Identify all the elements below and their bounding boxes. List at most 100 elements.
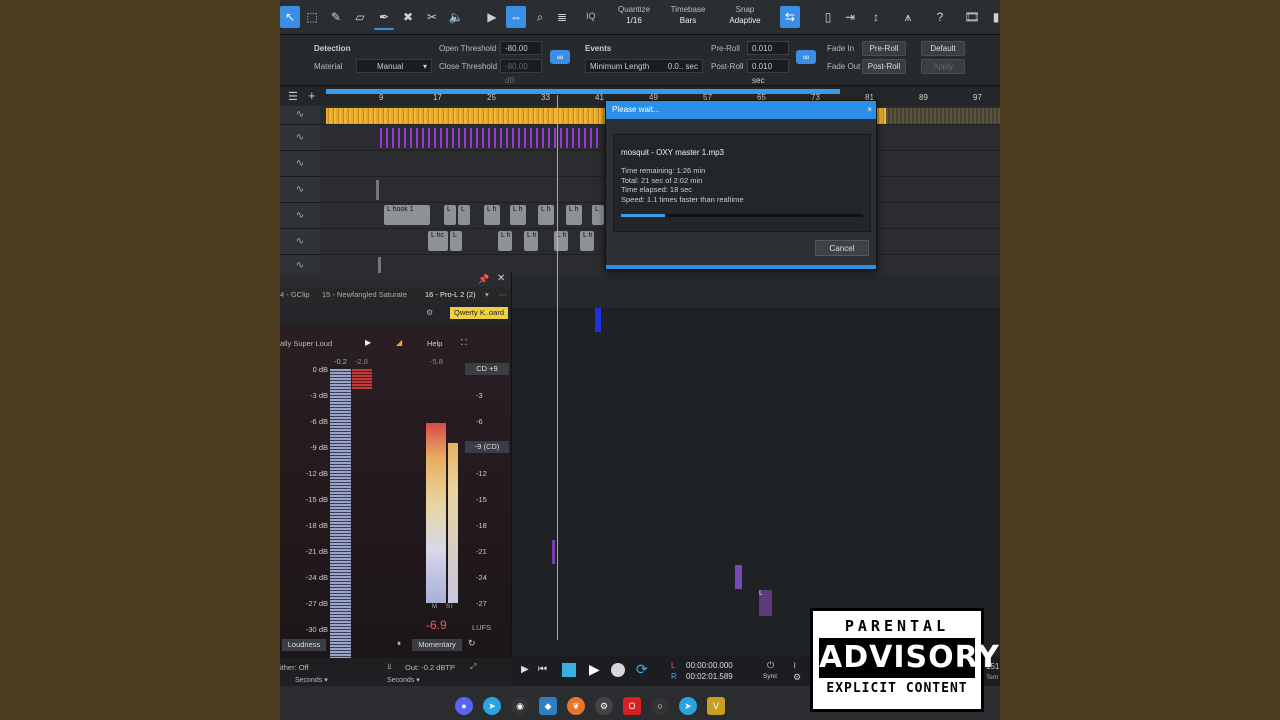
pause-icon[interactable]: ⏸ [397,639,401,649]
tab-pro-l2[interactable]: 16 - Pro-L 2 (2) [425,287,476,303]
track-waveform-icon[interactable]: ∿ [280,106,320,125]
help-icon[interactable]: ? [930,6,950,28]
expand-icon[interactable]: ⩚ [898,6,918,28]
dither-setting[interactable]: ither: Off [280,663,309,672]
output-true-peak[interactable]: Out: -0.2 dBTP [405,663,455,672]
app-icon[interactable]: ⚙ [595,697,613,715]
chevron-down-icon[interactable]: ▾ [485,287,489,303]
clip-l[interactable]: L h [510,205,526,225]
fit-icon[interactable]: ⇔ [506,6,526,28]
tab-gclip[interactable]: 4 - GClip [280,287,310,303]
pencil-tool-icon[interactable]: ✎ [326,6,346,28]
add-track-icon[interactable]: + [308,88,316,103]
loop-icon[interactable]: ⟳ [636,661,648,678]
pin-icon[interactable]: 📌 [478,274,489,285]
link-icon[interactable]: ∞ [550,50,570,64]
record-button[interactable] [611,663,625,677]
reset-icon[interactable]: ↻ [468,638,476,649]
arrow-tool-icon[interactable]: ↖ [280,6,300,28]
paint-tool-icon[interactable]: ✒ [374,6,394,30]
scissors-icon[interactable]: ≣ [552,6,572,28]
telegram-icon[interactable]: ➤ [679,697,697,715]
split-tool-icon[interactable]: ✂ [422,6,442,28]
more-icon[interactable]: ⋯ [499,287,507,303]
small-clip[interactable] [378,257,381,273]
track-waveform-icon[interactable]: ∿ [280,177,320,203]
small-clip[interactable] [552,540,555,564]
clip-l[interactable]: L [444,205,456,225]
sync-icon[interactable]: ⏻ [767,660,774,671]
loudness-button[interactable]: Loudness [282,639,326,651]
clip-l[interactable]: L [592,205,604,225]
stop-button[interactable] [562,663,576,677]
forward-icon[interactable]: ⇥ [840,6,860,28]
clip-l[interactable]: L h [538,205,554,225]
opera-icon[interactable]: O [623,697,641,715]
list-icon[interactable]: ☰ [288,90,298,103]
left-locator-time[interactable]: 00:00:00.000 [686,661,733,670]
momentary-button[interactable]: Momentary [412,639,462,651]
film-icon[interactable]: 🎞 [962,6,982,28]
snap-forward-icon[interactable]: ▶ [482,6,502,28]
clip-l[interactable]: L [458,205,470,225]
small-clip[interactable] [735,565,742,589]
track-waveform-icon[interactable]: ∿ [280,151,320,177]
minimum-length-field[interactable]: Minimum Length 0.0.. sec [585,59,703,73]
track-waveform-icon[interactable]: ∿ [280,125,320,151]
clip-l[interactable]: L h [484,205,500,225]
fade-in-button[interactable]: Pre-Roll [862,41,906,56]
clip-l[interactable]: L h [498,231,512,251]
fl-studio-icon[interactable]: ❦ [567,697,585,715]
resize-icon[interactable]: ⤢ [470,662,476,672]
gear-icon[interactable]: ⚙ [426,308,433,317]
roll-link-icon[interactable]: ∞ [796,50,816,64]
material-dropdown[interactable]: Manual ▾ [356,59,432,73]
eraser-tool-icon[interactable]: ▱ [350,6,370,28]
chrome-icon[interactable]: ◉ [511,697,529,715]
lock-icon[interactable]: ◢ [396,338,402,347]
apply-button[interactable]: Apply [921,59,965,74]
fade-out-button[interactable]: Post-Roll [862,59,906,74]
track-waveform-icon[interactable]: ∿ [280,203,320,229]
play-button[interactable]: ▶ [589,661,600,678]
track-waveform-icon[interactable]: ∿ [280,229,320,255]
range-tool-icon[interactable]: ⬚ [302,6,322,28]
play-from-start-icon[interactable]: ▶ [521,664,529,675]
seconds-selector[interactable]: Seconds ▾ [387,676,420,684]
settings-gear-icon[interactable]: ⚙ [793,672,801,683]
small-clip[interactable] [595,308,601,332]
small-clip[interactable] [376,180,379,200]
seconds-selector[interactable]: Seconds ▾ [295,676,328,684]
snap-selector[interactable]: Snap Adaptive [724,4,766,26]
app-icon[interactable]: V [707,697,725,715]
cancel-button[interactable]: Cancel [815,240,869,256]
pre-roll-field[interactable]: 0.010 sec [747,41,789,67]
metronome-icon[interactable]: ≀ [793,660,796,671]
mute-tool-icon[interactable]: ✖ [398,6,418,28]
play-icon[interactable]: ▶ [365,338,371,347]
snap-toggle-icon[interactable]: ⇆ [780,6,800,28]
discord-icon[interactable]: ● [455,697,473,715]
cursor-icon[interactable]: ↕ [866,6,886,28]
help-button[interactable]: Help [427,339,442,348]
fullscreen-icon[interactable]: ⛶ [461,338,467,348]
preset-name[interactable]: ally Super Loud [280,339,332,348]
close-icon[interactable]: × [867,101,872,119]
target-minus-9-cd[interactable]: -9 (CD) [465,441,509,453]
playhead-cursor[interactable] [557,95,558,640]
close-threshold-field[interactable]: -80.00 dB [500,59,542,85]
muted-audio-region[interactable] [886,108,1000,124]
clip-l[interactable]: L hc [428,231,448,251]
clip-l[interactable]: L h [524,231,538,251]
iq-toggle[interactable]: IQ [586,11,596,22]
timebase-selector[interactable]: Timebase Bars [670,4,706,26]
studio-one-icon[interactable]: ◆ [539,697,557,715]
more-icon[interactable]: ▮ [986,6,1000,28]
small-clip[interactable]: L [759,590,772,616]
open-threshold-field[interactable]: -80.00 dB [500,41,542,67]
midi-clip[interactable] [380,128,600,148]
qwerty-keyboard-button[interactable]: Qwerty K..oard [450,307,509,319]
rewind-icon[interactable]: ⏮ [538,664,547,675]
listen-tool-icon[interactable]: 🔈 [446,6,466,28]
target-cd-plus-9[interactable]: CD +9 [465,363,509,375]
